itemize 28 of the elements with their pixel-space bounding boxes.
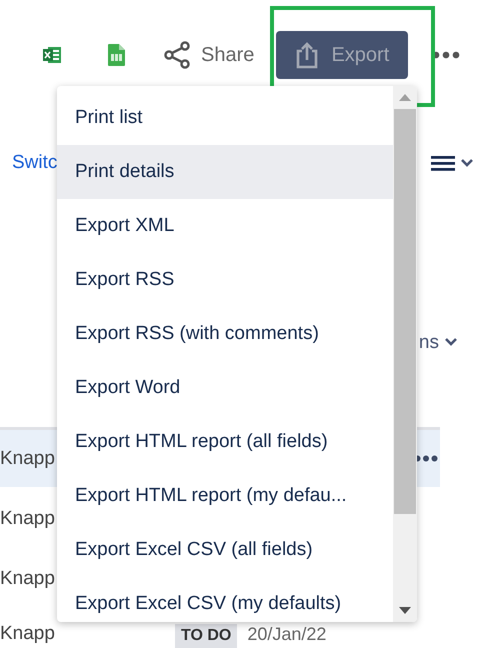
menu-item[interactable]: Export Excel CSV (my defaults) bbox=[57, 577, 393, 622]
scrollbar[interactable] bbox=[393, 86, 417, 622]
excel-icon[interactable] bbox=[42, 45, 62, 65]
menu-item[interactable]: Export Word bbox=[57, 361, 393, 415]
assignee-name: Knapp bbox=[0, 624, 55, 644]
share-icon bbox=[163, 41, 191, 69]
list-view-icon[interactable] bbox=[431, 155, 455, 171]
menu-item[interactable]: Print list bbox=[57, 91, 393, 145]
scrollbar-thumb[interactable] bbox=[394, 109, 416, 514]
menu-item[interactable]: Export RSS bbox=[57, 253, 393, 307]
columns-label[interactable]: ns bbox=[418, 332, 439, 354]
chevron-down-icon[interactable] bbox=[445, 338, 457, 346]
assignee-name: Knapp bbox=[0, 448, 55, 470]
menu-item[interactable]: Export XML bbox=[57, 199, 393, 253]
share-button[interactable]: Share bbox=[163, 41, 254, 69]
scroll-down-icon[interactable] bbox=[399, 607, 411, 614]
due-date: 20/Jan/22 bbox=[247, 624, 326, 644]
menu-item[interactable]: Export HTML report (my defau... bbox=[57, 469, 393, 523]
spreadsheet-icon[interactable] bbox=[108, 44, 125, 66]
status-badge: TO DO bbox=[174, 624, 238, 648]
menu-item[interactable]: Export RSS (with comments) bbox=[57, 307, 393, 361]
menu-item[interactable]: Print details bbox=[57, 145, 393, 199]
chevron-down-icon[interactable] bbox=[461, 159, 473, 167]
menu-item[interactable]: Export Excel CSV (all fields) bbox=[57, 523, 393, 577]
switch-link[interactable]: Switc bbox=[12, 152, 58, 174]
menu-item[interactable]: Export HTML report (all fields) bbox=[57, 415, 393, 469]
upload-icon bbox=[295, 41, 320, 69]
more-icon[interactable] bbox=[432, 51, 460, 59]
